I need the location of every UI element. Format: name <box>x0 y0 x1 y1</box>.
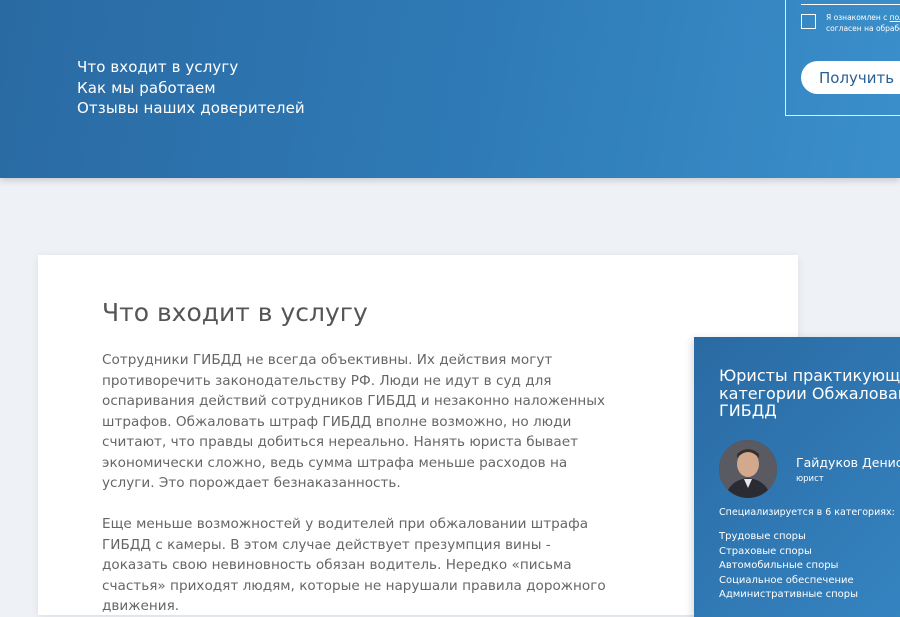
category-item[interactable]: Автомобильные споры <box>719 559 858 574</box>
consent-checkbox[interactable] <box>801 14 816 29</box>
service-content-card: Что входит в услугу Сотрудники ГИБДД не … <box>38 255 798 615</box>
section-title: Что входит в услугу <box>102 298 368 327</box>
category-item[interactable]: Социальное обеспечение <box>719 574 858 589</box>
panel-title-line: Юристы практикующ <box>719 366 900 385</box>
lawyer-name[interactable]: Гайдуков Денис <box>796 455 900 470</box>
form-input-field[interactable] <box>801 0 900 5</box>
consent-line-2: согласен на обрабо <box>826 23 900 33</box>
panel-title: Юристы практикующ категории Обжалован ГИ… <box>719 367 900 420</box>
get-consultation-button[interactable]: Получить к <box>801 61 900 94</box>
category-list: Трудовые споры Страховые споры Автомобил… <box>719 530 858 603</box>
paragraph: Еще меньше возможностей у водителей при … <box>102 516 606 614</box>
privacy-policy-link[interactable]: пол <box>890 13 900 22</box>
nav-link-how-we-work[interactable]: Как мы работаем <box>77 78 305 99</box>
person-photo-icon <box>719 440 777 498</box>
nav-link-service-scope[interactable]: Что входит в услугу <box>77 57 305 78</box>
lawyer-role: юрист <box>796 474 824 484</box>
lawyers-panel: Юристы практикующ категории Обжалован ГИ… <box>694 337 900 617</box>
category-item[interactable]: Трудовые споры <box>719 530 858 545</box>
hero-nav: Что входит в услугу Как мы работаем Отзы… <box>77 57 305 119</box>
category-item[interactable]: Административные споры <box>719 588 858 603</box>
paragraph: Сотрудники ГИБДД не всегда объективны. И… <box>102 352 606 491</box>
request-form: Я ознакомлен с пол согласен на обрабо По… <box>785 0 900 116</box>
category-item[interactable]: Страховые споры <box>719 545 858 560</box>
lawyer-avatar[interactable] <box>719 440 777 498</box>
panel-title-line: категории Обжалован <box>719 383 900 403</box>
panel-title-line: ГИБДД <box>719 401 777 420</box>
specialization-heading: Специализируется в 6 категориях: <box>719 507 895 518</box>
hero-banner: Что входит в услугу Как мы работаем Отзы… <box>0 0 900 178</box>
consent-text: Я ознакомлен с пол согласен на обрабо <box>826 13 900 34</box>
nav-link-reviews[interactable]: Отзывы наших доверителей <box>77 98 305 119</box>
consent-line-1: Я ознакомлен с <box>826 13 888 22</box>
